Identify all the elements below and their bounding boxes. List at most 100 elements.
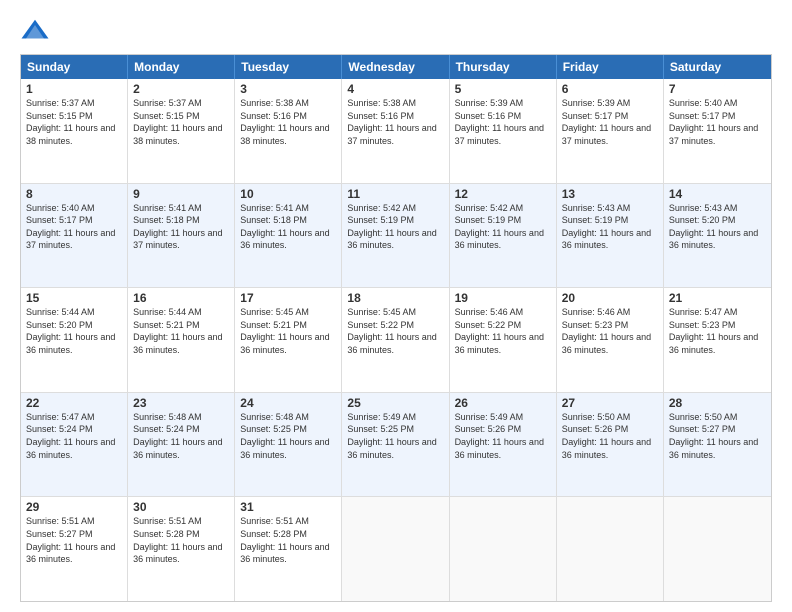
header-day-wednesday: Wednesday — [342, 55, 449, 79]
header-day-thursday: Thursday — [450, 55, 557, 79]
day-info: Sunrise: 5:40 AM Sunset: 5:17 PM Dayligh… — [26, 202, 122, 252]
calendar-cell: 15Sunrise: 5:44 AM Sunset: 5:20 PM Dayli… — [21, 288, 128, 392]
day-info: Sunrise: 5:48 AM Sunset: 5:25 PM Dayligh… — [240, 411, 336, 461]
calendar-cell: 13Sunrise: 5:43 AM Sunset: 5:19 PM Dayli… — [557, 184, 664, 288]
day-info: Sunrise: 5:39 AM Sunset: 5:17 PM Dayligh… — [562, 97, 658, 147]
header-day-sunday: Sunday — [21, 55, 128, 79]
day-number: 6 — [562, 82, 658, 96]
calendar-cell: 23Sunrise: 5:48 AM Sunset: 5:24 PM Dayli… — [128, 393, 235, 497]
day-number: 8 — [26, 187, 122, 201]
day-number: 1 — [26, 82, 122, 96]
day-number: 15 — [26, 291, 122, 305]
day-info: Sunrise: 5:43 AM Sunset: 5:19 PM Dayligh… — [562, 202, 658, 252]
header-day-monday: Monday — [128, 55, 235, 79]
calendar-cell: 17Sunrise: 5:45 AM Sunset: 5:21 PM Dayli… — [235, 288, 342, 392]
calendar-cell: 6Sunrise: 5:39 AM Sunset: 5:17 PM Daylig… — [557, 79, 664, 183]
day-number: 17 — [240, 291, 336, 305]
day-number: 27 — [562, 396, 658, 410]
day-number: 28 — [669, 396, 766, 410]
day-number: 26 — [455, 396, 551, 410]
day-info: Sunrise: 5:46 AM Sunset: 5:22 PM Dayligh… — [455, 306, 551, 356]
day-info: Sunrise: 5:50 AM Sunset: 5:27 PM Dayligh… — [669, 411, 766, 461]
header — [20, 16, 772, 46]
day-number: 30 — [133, 500, 229, 514]
calendar-cell: 22Sunrise: 5:47 AM Sunset: 5:24 PM Dayli… — [21, 393, 128, 497]
calendar-cell — [557, 497, 664, 601]
day-info: Sunrise: 5:41 AM Sunset: 5:18 PM Dayligh… — [133, 202, 229, 252]
day-info: Sunrise: 5:40 AM Sunset: 5:17 PM Dayligh… — [669, 97, 766, 147]
day-number: 3 — [240, 82, 336, 96]
calendar-row-2: 15Sunrise: 5:44 AM Sunset: 5:20 PM Dayli… — [21, 287, 771, 392]
day-info: Sunrise: 5:38 AM Sunset: 5:16 PM Dayligh… — [240, 97, 336, 147]
calendar-cell: 29Sunrise: 5:51 AM Sunset: 5:27 PM Dayli… — [21, 497, 128, 601]
logo-icon — [20, 16, 50, 46]
calendar-cell: 11Sunrise: 5:42 AM Sunset: 5:19 PM Dayli… — [342, 184, 449, 288]
day-number: 19 — [455, 291, 551, 305]
calendar-cell: 10Sunrise: 5:41 AM Sunset: 5:18 PM Dayli… — [235, 184, 342, 288]
calendar-cell: 12Sunrise: 5:42 AM Sunset: 5:19 PM Dayli… — [450, 184, 557, 288]
calendar: SundayMondayTuesdayWednesdayThursdayFrid… — [20, 54, 772, 602]
day-info: Sunrise: 5:38 AM Sunset: 5:16 PM Dayligh… — [347, 97, 443, 147]
calendar-cell: 2Sunrise: 5:37 AM Sunset: 5:15 PM Daylig… — [128, 79, 235, 183]
day-number: 5 — [455, 82, 551, 96]
day-info: Sunrise: 5:42 AM Sunset: 5:19 PM Dayligh… — [455, 202, 551, 252]
day-info: Sunrise: 5:44 AM Sunset: 5:21 PM Dayligh… — [133, 306, 229, 356]
day-info: Sunrise: 5:44 AM Sunset: 5:20 PM Dayligh… — [26, 306, 122, 356]
day-info: Sunrise: 5:47 AM Sunset: 5:24 PM Dayligh… — [26, 411, 122, 461]
calendar-cell: 3Sunrise: 5:38 AM Sunset: 5:16 PM Daylig… — [235, 79, 342, 183]
day-number: 18 — [347, 291, 443, 305]
day-info: Sunrise: 5:51 AM Sunset: 5:28 PM Dayligh… — [240, 515, 336, 565]
day-number: 14 — [669, 187, 766, 201]
calendar-cell: 14Sunrise: 5:43 AM Sunset: 5:20 PM Dayli… — [664, 184, 771, 288]
day-number: 2 — [133, 82, 229, 96]
calendar-cell: 5Sunrise: 5:39 AM Sunset: 5:16 PM Daylig… — [450, 79, 557, 183]
day-info: Sunrise: 5:49 AM Sunset: 5:26 PM Dayligh… — [455, 411, 551, 461]
page: SundayMondayTuesdayWednesdayThursdayFrid… — [0, 0, 792, 612]
day-number: 10 — [240, 187, 336, 201]
day-info: Sunrise: 5:37 AM Sunset: 5:15 PM Dayligh… — [26, 97, 122, 147]
day-info: Sunrise: 5:43 AM Sunset: 5:20 PM Dayligh… — [669, 202, 766, 252]
day-info: Sunrise: 5:51 AM Sunset: 5:28 PM Dayligh… — [133, 515, 229, 565]
day-number: 9 — [133, 187, 229, 201]
calendar-cell: 18Sunrise: 5:45 AM Sunset: 5:22 PM Dayli… — [342, 288, 449, 392]
day-info: Sunrise: 5:51 AM Sunset: 5:27 PM Dayligh… — [26, 515, 122, 565]
calendar-row-0: 1Sunrise: 5:37 AM Sunset: 5:15 PM Daylig… — [21, 79, 771, 183]
day-number: 29 — [26, 500, 122, 514]
day-number: 20 — [562, 291, 658, 305]
day-number: 24 — [240, 396, 336, 410]
calendar-row-4: 29Sunrise: 5:51 AM Sunset: 5:27 PM Dayli… — [21, 496, 771, 601]
calendar-cell: 20Sunrise: 5:46 AM Sunset: 5:23 PM Dayli… — [557, 288, 664, 392]
calendar-cell: 30Sunrise: 5:51 AM Sunset: 5:28 PM Dayli… — [128, 497, 235, 601]
day-info: Sunrise: 5:45 AM Sunset: 5:22 PM Dayligh… — [347, 306, 443, 356]
day-info: Sunrise: 5:42 AM Sunset: 5:19 PM Dayligh… — [347, 202, 443, 252]
day-number: 13 — [562, 187, 658, 201]
header-day-tuesday: Tuesday — [235, 55, 342, 79]
day-number: 16 — [133, 291, 229, 305]
calendar-row-3: 22Sunrise: 5:47 AM Sunset: 5:24 PM Dayli… — [21, 392, 771, 497]
calendar-cell: 1Sunrise: 5:37 AM Sunset: 5:15 PM Daylig… — [21, 79, 128, 183]
day-info: Sunrise: 5:39 AM Sunset: 5:16 PM Dayligh… — [455, 97, 551, 147]
day-number: 11 — [347, 187, 443, 201]
calendar-row-1: 8Sunrise: 5:40 AM Sunset: 5:17 PM Daylig… — [21, 183, 771, 288]
calendar-cell: 4Sunrise: 5:38 AM Sunset: 5:16 PM Daylig… — [342, 79, 449, 183]
calendar-cell — [342, 497, 449, 601]
header-day-friday: Friday — [557, 55, 664, 79]
day-info: Sunrise: 5:47 AM Sunset: 5:23 PM Dayligh… — [669, 306, 766, 356]
calendar-cell: 26Sunrise: 5:49 AM Sunset: 5:26 PM Dayli… — [450, 393, 557, 497]
calendar-cell: 25Sunrise: 5:49 AM Sunset: 5:25 PM Dayli… — [342, 393, 449, 497]
day-number: 7 — [669, 82, 766, 96]
day-info: Sunrise: 5:49 AM Sunset: 5:25 PM Dayligh… — [347, 411, 443, 461]
day-info: Sunrise: 5:37 AM Sunset: 5:15 PM Dayligh… — [133, 97, 229, 147]
calendar-header: SundayMondayTuesdayWednesdayThursdayFrid… — [21, 55, 771, 79]
calendar-cell: 9Sunrise: 5:41 AM Sunset: 5:18 PM Daylig… — [128, 184, 235, 288]
calendar-cell: 24Sunrise: 5:48 AM Sunset: 5:25 PM Dayli… — [235, 393, 342, 497]
day-number: 4 — [347, 82, 443, 96]
calendar-cell — [450, 497, 557, 601]
calendar-cell: 28Sunrise: 5:50 AM Sunset: 5:27 PM Dayli… — [664, 393, 771, 497]
calendar-cell: 31Sunrise: 5:51 AM Sunset: 5:28 PM Dayli… — [235, 497, 342, 601]
header-day-saturday: Saturday — [664, 55, 771, 79]
day-info: Sunrise: 5:45 AM Sunset: 5:21 PM Dayligh… — [240, 306, 336, 356]
day-info: Sunrise: 5:48 AM Sunset: 5:24 PM Dayligh… — [133, 411, 229, 461]
calendar-cell: 19Sunrise: 5:46 AM Sunset: 5:22 PM Dayli… — [450, 288, 557, 392]
day-number: 23 — [133, 396, 229, 410]
